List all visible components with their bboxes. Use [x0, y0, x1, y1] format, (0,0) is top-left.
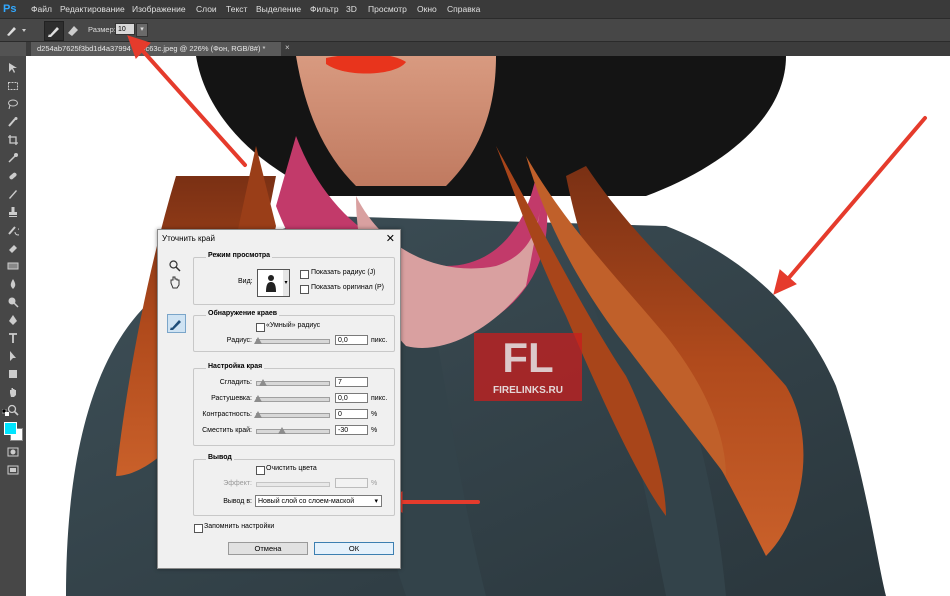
- output-to-label: Вывод в:: [223, 498, 252, 505]
- annotation-arrows: [127, 35, 927, 513]
- refine-edge-dialog: Уточнить край ✕ Режим просмотра Вид: ▾ П…: [157, 229, 401, 569]
- show-original-checkbox[interactable]: [300, 285, 309, 294]
- view-mode-group: Режим просмотра Вид: ▾ Показать радиус (…: [193, 252, 395, 305]
- ok-button[interactable]: ОК: [314, 542, 394, 555]
- contrast-slider[interactable]: [254, 411, 330, 418]
- close-icon[interactable]: ✕: [386, 232, 395, 245]
- adjust-edge-group: Настройка края Сгладить: 7 Растушевка: 0…: [193, 363, 395, 446]
- shift-edge-label: Сместить край:: [202, 427, 252, 434]
- show-radius-checkbox[interactable]: [300, 270, 309, 279]
- effect-label: Эффект:: [223, 480, 252, 487]
- output-to-value: Новый слой со слоем-маской: [258, 498, 355, 505]
- shift-edge-input[interactable]: -30: [335, 425, 368, 435]
- radius-input[interactable]: 0,0: [335, 335, 368, 345]
- view-mode-title: Режим просмотра: [206, 252, 273, 259]
- radius-slider[interactable]: [254, 337, 330, 344]
- decontaminate-checkbox[interactable]: [256, 466, 265, 475]
- smooth-slider-thumb[interactable]: [259, 379, 267, 386]
- feather-label: Растушевка:: [211, 395, 252, 402]
- smooth-slider[interactable]: [256, 379, 330, 386]
- feather-unit: пикс.: [371, 395, 388, 402]
- dialog-title: Уточнить край: [162, 234, 215, 243]
- output-group: Вывод Очистить цвета Эффект: % Вывод в: …: [193, 454, 395, 516]
- contrast-input[interactable]: 0: [335, 409, 368, 419]
- contrast-label: Контрастность:: [202, 411, 252, 418]
- smart-radius-label: «Умный» радиус: [266, 322, 321, 329]
- smooth-label: Сгладить:: [219, 379, 252, 386]
- effect-input: [335, 478, 368, 488]
- output-title: Вывод: [206, 454, 234, 461]
- show-radius-label: Показать радиус (J): [311, 269, 376, 276]
- view-mode-thumbnail[interactable]: [257, 269, 285, 297]
- shift-edge-slider-thumb[interactable]: [278, 427, 286, 434]
- contrast-unit: %: [371, 411, 378, 418]
- show-original-label: Показать оригинал (P): [311, 284, 384, 291]
- view-label: Вид:: [238, 278, 253, 285]
- effect-unit: %: [371, 480, 378, 487]
- adjust-edge-title: Настройка края: [206, 363, 265, 370]
- radius-slider-thumb[interactable]: [254, 337, 262, 344]
- feather-input[interactable]: 0,0: [335, 393, 368, 403]
- foreground-color-swatch[interactable]: [4, 422, 17, 435]
- smooth-input[interactable]: 7: [335, 377, 368, 387]
- cancel-button[interactable]: Отмена: [228, 542, 308, 555]
- radius-label: Радиус:: [226, 337, 252, 344]
- feather-slider[interactable]: [254, 395, 330, 402]
- hand-tool-icon[interactable]: [168, 275, 182, 289]
- arrow-to-coat-edge: [785, 116, 927, 282]
- shift-edge-unit: %: [371, 427, 378, 434]
- edge-detection-title: Обнаружение краев: [206, 310, 280, 317]
- output-to-select[interactable]: Новый слой со слоем-маской ▾: [255, 495, 382, 507]
- feather-slider-thumb[interactable]: [254, 395, 262, 402]
- zoom-tool-icon[interactable]: [168, 259, 182, 273]
- contrast-slider-thumb[interactable]: [254, 411, 262, 418]
- view-mode-dropdown-icon[interactable]: ▾: [283, 269, 290, 297]
- edge-detection-group: Обнаружение краев «Умный» радиус Радиус:…: [193, 310, 395, 352]
- chevron-down-icon: ▾: [374, 498, 378, 505]
- radius-unit: пикс.: [371, 337, 388, 344]
- decontaminate-label: Очистить цвета: [266, 465, 317, 472]
- smart-radius-checkbox[interactable]: [256, 323, 265, 332]
- arrow-to-size-input: [140, 48, 247, 167]
- remember-settings-checkbox[interactable]: [194, 524, 203, 533]
- effect-slider: [256, 482, 330, 487]
- remember-settings-label: Запомнить настройки: [204, 523, 275, 530]
- shift-edge-slider[interactable]: [256, 427, 330, 434]
- refine-radius-tool-icon[interactable]: [167, 314, 186, 333]
